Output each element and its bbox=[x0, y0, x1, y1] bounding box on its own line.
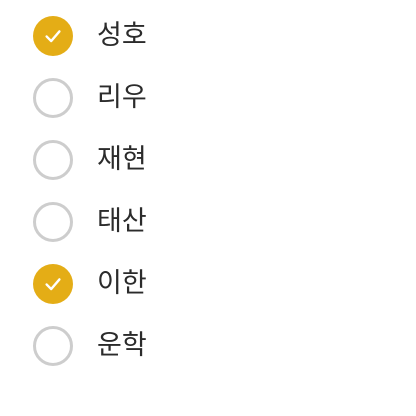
checkbox-unchecked[interactable] bbox=[33, 140, 73, 180]
option-label: 리우 bbox=[97, 82, 147, 113]
checkmark-icon bbox=[45, 30, 61, 43]
option-row[interactable]: 재현 bbox=[0, 129, 416, 191]
option-row[interactable]: 이한 bbox=[0, 253, 416, 315]
option-row[interactable]: 성호 bbox=[0, 5, 416, 67]
option-row[interactable]: 태산 bbox=[0, 191, 416, 253]
checkbox-unchecked[interactable] bbox=[33, 78, 73, 118]
option-label: 성호 bbox=[97, 20, 147, 51]
checkmark-icon bbox=[45, 278, 61, 291]
checkbox-unchecked[interactable] bbox=[33, 326, 73, 366]
checkbox-checked[interactable] bbox=[33, 16, 73, 56]
option-label: 태산 bbox=[97, 206, 147, 237]
checkbox-unchecked[interactable] bbox=[33, 202, 73, 242]
option-row[interactable]: 운학 bbox=[0, 315, 416, 377]
checkbox-checked[interactable] bbox=[33, 264, 73, 304]
option-label: 이한 bbox=[97, 268, 147, 299]
checkbox-list: 성호 리우 재현 태산 이한 운학 bbox=[0, 5, 416, 377]
option-row[interactable]: 리우 bbox=[0, 67, 416, 129]
option-label: 운학 bbox=[97, 330, 147, 361]
option-label: 재현 bbox=[97, 144, 147, 175]
